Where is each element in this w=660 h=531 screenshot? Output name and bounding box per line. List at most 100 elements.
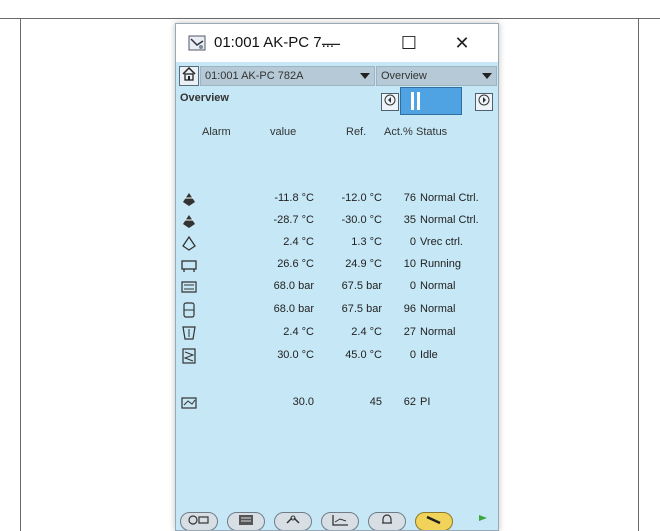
toolbar: 01:001 AK-PC 782A Overview xyxy=(176,65,498,87)
status-led-icon xyxy=(479,509,487,521)
document-left-border xyxy=(20,19,21,531)
controller-select[interactable]: 01:001 AK-PC 782A xyxy=(200,66,375,86)
condenser-icon[interactable] xyxy=(180,278,198,296)
pi-controller-icon[interactable] xyxy=(180,394,198,412)
table-row[interactable]: 68.0 bar 67.5 bar 96 Normal xyxy=(176,299,498,321)
nav-next-button[interactable] xyxy=(475,93,493,111)
evaporator-outline-icon[interactable] xyxy=(180,234,198,252)
table-row[interactable]: 26.6 °C 24.9 °C 10 Running xyxy=(176,254,498,276)
document-right-border xyxy=(638,19,639,531)
app-window: 01:001 AK-PC 7... — ☐ ✕ 01:001 AK-PC 782… xyxy=(175,23,499,531)
display-icon xyxy=(238,513,254,531)
status-cell: Normal xyxy=(420,326,456,338)
tab-display[interactable] xyxy=(227,512,265,531)
value-cell: 68.0 bar xyxy=(273,280,314,292)
tab-tools[interactable] xyxy=(274,512,312,531)
evaporator-icon[interactable] xyxy=(180,190,198,208)
table-row[interactable]: 30.0 45 62 PI xyxy=(176,392,498,414)
ref-cell: 45 xyxy=(369,396,382,408)
table-row[interactable]: 68.0 bar 67.5 bar 0 Normal xyxy=(176,276,498,298)
nav-previous-button[interactable] xyxy=(381,93,399,111)
column-header-act: Act.% xyxy=(384,126,413,138)
view-label: Overview xyxy=(180,92,229,104)
act-cell: 35 xyxy=(403,214,416,226)
act-cell: 96 xyxy=(403,303,416,315)
act-cell: 0 xyxy=(409,349,416,361)
controller-select-value: 01:001 AK-PC 782A xyxy=(205,70,304,82)
app-icon xyxy=(188,35,206,51)
ref-cell: 1.3 °C xyxy=(351,236,382,248)
bell-icon xyxy=(379,513,395,531)
wrench-icon xyxy=(425,513,443,531)
ref-cell: 24.9 °C xyxy=(345,258,382,270)
document-top-frame xyxy=(0,0,660,19)
column-header-status: Status xyxy=(416,126,448,138)
evaporator-icon[interactable] xyxy=(180,212,198,230)
act-cell: 0 xyxy=(409,280,416,292)
status-cell: Idle xyxy=(420,349,438,361)
value-cell: 2.4 °C xyxy=(283,326,314,338)
window-titlebar[interactable]: 01:001 AK-PC 7... — ☐ ✕ xyxy=(176,24,498,62)
act-cell: 62 xyxy=(403,396,416,408)
status-cell: Normal xyxy=(420,303,456,315)
home-icon xyxy=(182,66,196,86)
column-header-value: value xyxy=(270,126,297,138)
status-cell: Normal Ctrl. xyxy=(420,214,479,226)
ref-cell: 2.4 °C xyxy=(351,326,382,338)
plant-overview-icon xyxy=(188,513,210,531)
compressor-icon[interactable] xyxy=(180,256,198,274)
status-cell: Normal Ctrl. xyxy=(420,192,479,204)
column-header-alarm: Alarm xyxy=(202,126,231,138)
ref-cell: 45.0 °C xyxy=(345,349,382,361)
home-button[interactable] xyxy=(179,66,199,86)
page-marker xyxy=(411,92,414,110)
ref-cell: 67.5 bar xyxy=(341,303,382,315)
tab-alarms[interactable] xyxy=(368,512,406,531)
ref-cell: -12.0 °C xyxy=(341,192,382,204)
tools-icon xyxy=(285,513,301,531)
bottom-tab-bar xyxy=(176,508,498,531)
value-cell: 30.0 °C xyxy=(277,349,314,361)
act-cell: 27 xyxy=(403,326,416,338)
table-row[interactable]: 2.4 °C 2.4 °C 27 Normal xyxy=(176,322,498,344)
ref-cell: -30.0 °C xyxy=(341,214,382,226)
graph-icon xyxy=(331,513,349,531)
arrow-left-icon xyxy=(384,93,396,111)
app-content: 01:001 AK-PC 782A Overview Overview Alar… xyxy=(176,62,498,531)
page-marker xyxy=(417,92,420,110)
ref-cell: 67.5 bar xyxy=(341,280,382,292)
value-cell: 2.4 °C xyxy=(283,236,314,248)
value-cell: -11.8 °C xyxy=(274,192,314,204)
value-cell: -28.7 °C xyxy=(273,214,314,226)
table-row[interactable]: -11.8 °C -12.0 °C 76 Normal Ctrl. xyxy=(176,188,498,210)
close-button[interactable]: ✕ xyxy=(442,28,482,58)
value-cell: 30.0 xyxy=(292,396,314,408)
nav-page-indicator xyxy=(400,87,462,115)
value-cell: 68.0 bar xyxy=(273,303,314,315)
status-cell: Vrec ctrl. xyxy=(420,236,463,248)
minimize-button[interactable]: — xyxy=(311,28,351,58)
chevron-down-icon xyxy=(360,73,370,79)
table-row[interactable]: 30.0 °C 45.0 °C 0 Idle xyxy=(176,345,498,367)
view-select[interactable]: Overview xyxy=(376,66,497,86)
value-cell: 26.6 °C xyxy=(277,258,314,270)
table-row[interactable]: 2.4 °C 1.3 °C 0 Vrec ctrl. xyxy=(176,232,498,254)
arrow-right-icon xyxy=(478,93,490,111)
status-cell: Running xyxy=(420,258,461,270)
column-header-ref: Ref. xyxy=(346,126,367,138)
maximize-button[interactable]: ☐ xyxy=(389,28,429,58)
status-cell: Normal xyxy=(420,280,456,292)
act-cell: 0 xyxy=(409,236,416,248)
act-cell: 76 xyxy=(403,192,416,204)
status-cell: PI xyxy=(420,396,431,408)
tab-graph[interactable] xyxy=(321,512,359,531)
heat-exchanger-icon[interactable] xyxy=(180,347,198,365)
chevron-down-icon xyxy=(482,73,492,79)
table-row[interactable]: -28.7 °C -30.0 °C 35 Normal Ctrl. xyxy=(176,210,498,232)
tab-settings[interactable] xyxy=(415,512,453,531)
act-cell: 10 xyxy=(403,258,416,270)
view-select-value: Overview xyxy=(381,70,427,82)
gas-cooler-icon[interactable] xyxy=(180,324,198,342)
tab-overview[interactable] xyxy=(180,512,218,531)
receiver-icon[interactable] xyxy=(180,301,198,319)
